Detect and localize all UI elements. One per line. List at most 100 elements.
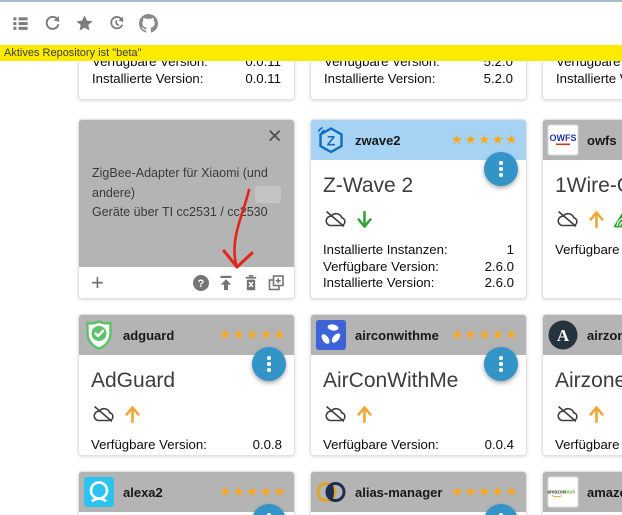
arrow-up-icon bbox=[357, 405, 372, 423]
version-info: Verfügbare Version: 0.0.4 bbox=[323, 437, 514, 454]
cloud-off-icon bbox=[555, 210, 579, 228]
help-icon[interactable]: ? bbox=[192, 274, 210, 292]
description-line: ZigBee-Adapter für Xiaomi (und andere) bbox=[92, 166, 268, 200]
info-label: Installierte Version: bbox=[92, 70, 204, 86]
status-icons bbox=[323, 403, 514, 425]
cloud-off-icon bbox=[555, 405, 579, 423]
info-value: 0.0.4 bbox=[484, 437, 514, 452]
adapters-toolbar bbox=[0, 2, 622, 45]
arrow-up-icon bbox=[589, 405, 604, 423]
adapter-title: Airzone bbox=[555, 369, 622, 392]
card-footer: + ? bbox=[79, 267, 294, 298]
card-body: Airzone Verfügbare Version: bbox=[543, 369, 622, 454]
info-label: Installierte Version: bbox=[556, 70, 622, 86]
info-row: Installierte Version: 0.0.11 bbox=[92, 71, 281, 88]
airzone-logo: A bbox=[547, 319, 579, 351]
adapter-title: 1Wire-OWFS bbox=[555, 174, 622, 197]
adapter-card-zwave2: Z zwave2 ★★★★★ Z-Wave 2 Installierte Ins… bbox=[310, 119, 527, 299]
info-label: Installierte Version: bbox=[324, 70, 436, 86]
info-label: Installierte Version: bbox=[323, 275, 435, 290]
svg-text:?: ? bbox=[198, 278, 205, 290]
version-info: Verfügbare Version: bbox=[555, 242, 622, 259]
info-label: Verfügbare Version: bbox=[91, 437, 207, 452]
adapter-id-label: airzone bbox=[587, 327, 622, 343]
alexa2-logo bbox=[83, 476, 115, 508]
adapter-card-airzone: A airzone Airzone Verfügbare Version: bbox=[542, 314, 622, 456]
add-instance-icon[interactable]: + bbox=[91, 271, 104, 294]
info-row: Verfügbare Version: 2.6.0 bbox=[323, 259, 514, 276]
info-label: Installierte Instanzen: bbox=[323, 242, 448, 257]
installed-star-icon[interactable] bbox=[74, 14, 94, 34]
upload-icon[interactable] bbox=[217, 274, 235, 292]
adapters-page: Aktives Repository ist "beta" Verfügbare… bbox=[0, 0, 622, 515]
svg-text:A: A bbox=[557, 326, 570, 345]
github-icon[interactable] bbox=[138, 14, 158, 34]
adapter-card-airconwithme: airconwithme ★★★★★ AirConWithMe Verfügba… bbox=[310, 314, 527, 456]
description-line: Geräte über TI cc2531 / cc2530 bbox=[92, 205, 268, 219]
more-options-button[interactable] bbox=[252, 347, 286, 381]
adapter-card-zigbee: × ZigBee-Adapter für Xiaomi (und andere)… bbox=[78, 119, 295, 299]
adapter-id-label: airconwithme bbox=[355, 327, 439, 343]
info-label: Verfügbare Version: bbox=[555, 242, 622, 257]
adapter-id-label: alias-manager bbox=[355, 484, 443, 500]
card-header: OWFS owfs bbox=[543, 120, 622, 160]
airconwithme-logo bbox=[315, 319, 347, 351]
svg-text:Z: Z bbox=[327, 133, 336, 149]
adapter-id-label: adguard bbox=[123, 327, 175, 343]
cloud-off-icon bbox=[91, 405, 115, 423]
owfs-logo: OWFS bbox=[547, 124, 579, 156]
card-body: 1Wire-OWFS Verfügbare Version: bbox=[543, 174, 622, 259]
adguard-logo bbox=[83, 319, 115, 351]
info-label: Verfügbare Version: bbox=[323, 437, 439, 452]
card-header: amazondash amazon-dash bbox=[543, 472, 622, 512]
amazon-dash-logo: amazon dash bbox=[547, 476, 579, 508]
adapter-id-label: zwave2 bbox=[355, 132, 401, 148]
info-row: Installierte Version: 2.6.0 bbox=[323, 275, 514, 292]
info-value: 2.6.0 bbox=[484, 275, 514, 290]
adapter-card-grid: Verfügbare Version: 0.0.11 Installierte … bbox=[0, 0, 622, 515]
active-repository-banner: Aktives Repository ist "beta" bbox=[0, 45, 622, 61]
updateable-clock-icon[interactable] bbox=[106, 14, 126, 34]
card-body: AirConWithMe Verfügbare Version: 0.0.4 bbox=[311, 369, 526, 454]
info-label: Verfügbare Version: bbox=[555, 437, 622, 452]
adapter-list-icon[interactable] bbox=[10, 14, 30, 34]
sentry-icon bbox=[614, 211, 622, 228]
close-icon[interactable]: × bbox=[267, 124, 282, 149]
faded-icon-placeholder bbox=[255, 186, 281, 203]
card-header: A airzone bbox=[543, 315, 622, 355]
add-custom-icon[interactable] bbox=[267, 274, 285, 292]
adapter-card-amazon-dash: amazondash amazon-dash bbox=[542, 471, 622, 515]
footer-actions: ? bbox=[192, 274, 285, 292]
status-icons bbox=[91, 403, 282, 425]
zwave2-logo: Z bbox=[315, 124, 347, 156]
adapter-card-adguard: adguard ★★★★★ AdGuard Verfügbare Version… bbox=[78, 314, 295, 456]
info-value: 0.0.11 bbox=[245, 70, 281, 86]
description-panel: × ZigBee-Adapter für Xiaomi (und andere)… bbox=[79, 120, 294, 267]
info-label: Verfügbare Version: bbox=[323, 258, 439, 274]
version-info: Verfügbare Version: 0.0.8 bbox=[91, 437, 282, 454]
adapter-card-owfs: OWFS owfs 1Wire-OWFS Verfügbare Version: bbox=[542, 119, 622, 299]
info-row: Installierte Version: 5.2.0 bbox=[324, 71, 513, 88]
adapter-card-alias-manager: alias-manager ★★★★★ bbox=[310, 471, 527, 515]
info-row: Verfügbare Version: 0.0.8 bbox=[91, 437, 282, 454]
more-options-button[interactable] bbox=[484, 347, 518, 381]
info-row: Installierte Version: bbox=[556, 71, 622, 88]
arrow-up-icon bbox=[125, 405, 140, 423]
svg-text:dash: dash bbox=[564, 490, 576, 496]
status-icons bbox=[555, 208, 622, 230]
arrow-up-icon bbox=[589, 210, 604, 228]
adapter-description: ZigBee-Adapter für Xiaomi (und andere) Ge… bbox=[92, 164, 280, 223]
refresh-icon[interactable] bbox=[42, 14, 62, 34]
version-info: Verfügbare Version: bbox=[555, 437, 622, 454]
window-edge bbox=[0, 0, 622, 2]
card-body: Z-Wave 2 Installierte Instanzen: 1 Verfü… bbox=[311, 174, 526, 292]
info-row: Verfügbare Version: 0.0.4 bbox=[323, 437, 514, 454]
info-value: 0.0.8 bbox=[252, 437, 282, 452]
card-body: AdGuard Verfügbare Version: 0.0.8 bbox=[79, 369, 294, 454]
svg-text:OWFS: OWFS bbox=[550, 133, 577, 143]
delete-icon[interactable] bbox=[242, 274, 260, 292]
more-options-button[interactable] bbox=[484, 152, 518, 186]
info-value: 5.2.0 bbox=[483, 70, 513, 86]
adapter-card-alexa2: alexa2 ★★★★★ bbox=[78, 471, 295, 515]
version-info: Installierte Instanzen: 1 Verfügbare Ver… bbox=[323, 242, 514, 292]
